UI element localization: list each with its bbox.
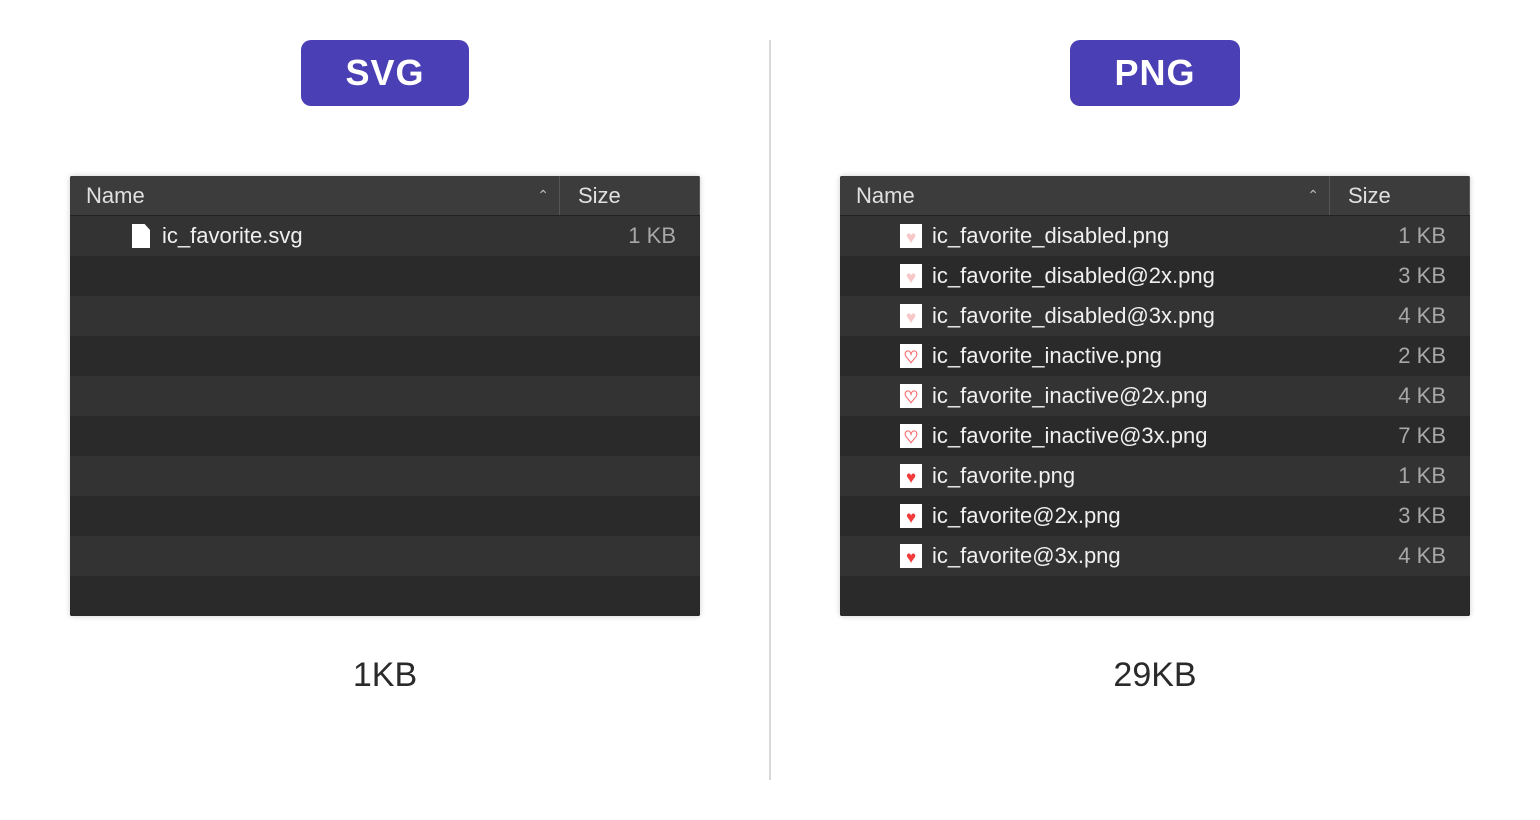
column-header-size-label: Size xyxy=(578,183,621,209)
empty-row xyxy=(70,256,700,296)
png-file-window: Name ⌃ Size ic_favorite_disabled.png 1 KB… xyxy=(840,176,1470,616)
file-size-cell: 3 KB xyxy=(1330,263,1470,289)
png-panel: PNG Name ⌃ Size ic_favorite_disabled.png… xyxy=(770,0,1540,820)
file-size-cell: 3 KB xyxy=(1330,503,1470,529)
svg-file-window: Name ⌃ Size ic_favorite.svg 1 KB xyxy=(70,176,700,616)
file-size: 3 KB xyxy=(1398,503,1446,528)
heart-inactive-icon xyxy=(900,423,922,449)
file-size: 1 KB xyxy=(1398,463,1446,488)
file-size: 2 KB xyxy=(1398,343,1446,368)
document-icon xyxy=(130,223,152,249)
svg-badge: SVG xyxy=(301,40,468,106)
file-name-cell: ic_favorite_inactive@2x.png xyxy=(840,383,1330,409)
column-header-size[interactable]: Size xyxy=(560,176,700,215)
file-size: 1 KB xyxy=(1398,223,1446,248)
sort-chevron-icon: ⌃ xyxy=(1307,187,1319,204)
column-header-name[interactable]: Name ⌃ xyxy=(70,176,560,215)
file-size-cell: 1 KB xyxy=(560,223,700,249)
heart-active-icon xyxy=(900,503,922,529)
file-size-cell: 1 KB xyxy=(1330,223,1470,249)
file-row[interactable]: ic_favorite_inactive.png 2 KB xyxy=(840,336,1470,376)
file-name: ic_favorite@3x.png xyxy=(932,543,1121,569)
empty-row xyxy=(70,496,700,536)
file-name-cell: ic_favorite@2x.png xyxy=(840,503,1330,529)
empty-row xyxy=(70,456,700,496)
png-total-size: 29KB xyxy=(1113,656,1196,695)
empty-row xyxy=(840,576,1470,616)
heart-disabled-icon xyxy=(900,263,922,289)
empty-row xyxy=(70,536,700,576)
file-name: ic_favorite_disabled@3x.png xyxy=(932,303,1215,329)
file-size: 3 KB xyxy=(1398,263,1446,288)
column-header-name-label: Name xyxy=(86,183,145,209)
file-name: ic_favorite.png xyxy=(932,463,1075,489)
file-size: 4 KB xyxy=(1398,543,1446,568)
file-row[interactable]: ic_favorite@2x.png 3 KB xyxy=(840,496,1470,536)
column-header-name[interactable]: Name ⌃ xyxy=(840,176,1330,215)
file-name-cell: ic_favorite.png xyxy=(840,463,1330,489)
file-row[interactable]: ic_favorite_disabled@3x.png 4 KB xyxy=(840,296,1470,336)
heart-inactive-icon xyxy=(900,343,922,369)
heart-active-icon xyxy=(900,463,922,489)
file-size-cell: 4 KB xyxy=(1330,303,1470,329)
file-size: 7 KB xyxy=(1398,423,1446,448)
empty-row xyxy=(70,576,700,616)
png-badge: PNG xyxy=(1070,40,1239,106)
empty-row xyxy=(70,336,700,376)
file-name-cell: ic_favorite_inactive.png xyxy=(840,343,1330,369)
file-row[interactable]: ic_favorite.png 1 KB xyxy=(840,456,1470,496)
file-row[interactable]: ic_favorite@3x.png 4 KB xyxy=(840,536,1470,576)
sort-chevron-icon: ⌃ xyxy=(537,187,549,204)
file-name: ic_favorite_disabled.png xyxy=(932,223,1169,249)
table-header: Name ⌃ Size xyxy=(70,176,700,216)
file-row[interactable]: ic_favorite_disabled@2x.png 3 KB xyxy=(840,256,1470,296)
file-name-cell: ic_favorite@3x.png xyxy=(840,543,1330,569)
column-header-size[interactable]: Size xyxy=(1330,176,1470,215)
file-row[interactable]: ic_favorite_disabled.png 1 KB xyxy=(840,216,1470,256)
empty-row xyxy=(70,296,700,336)
file-size-cell: 4 KB xyxy=(1330,383,1470,409)
heart-disabled-icon xyxy=(900,303,922,329)
heart-disabled-icon xyxy=(900,223,922,249)
file-name: ic_favorite_inactive@2x.png xyxy=(932,383,1207,409)
file-name-cell: ic_favorite_disabled@2x.png xyxy=(840,263,1330,289)
heart-active-icon xyxy=(900,543,922,569)
vertical-divider xyxy=(769,40,771,780)
table-header: Name ⌃ Size xyxy=(840,176,1470,216)
empty-row xyxy=(70,416,700,456)
file-name: ic_favorite.svg xyxy=(162,223,303,249)
file-size: 4 KB xyxy=(1398,303,1446,328)
empty-row xyxy=(70,376,700,416)
file-size-cell: 7 KB xyxy=(1330,423,1470,449)
file-name-cell: ic_favorite_disabled@3x.png xyxy=(840,303,1330,329)
file-size: 1 KB xyxy=(628,223,676,248)
svg-total-size: 1KB xyxy=(353,656,417,695)
file-size-cell: 2 KB xyxy=(1330,343,1470,369)
column-header-size-label: Size xyxy=(1348,183,1391,209)
file-name: ic_favorite_disabled@2x.png xyxy=(932,263,1215,289)
file-name: ic_favorite@2x.png xyxy=(932,503,1121,529)
file-name-cell: ic_favorite.svg xyxy=(70,223,560,249)
file-name-cell: ic_favorite_disabled.png xyxy=(840,223,1330,249)
file-size-cell: 1 KB xyxy=(1330,463,1470,489)
heart-inactive-icon xyxy=(900,383,922,409)
file-name: ic_favorite_inactive@3x.png xyxy=(932,423,1207,449)
file-name: ic_favorite_inactive.png xyxy=(932,343,1162,369)
file-row[interactable]: ic_favorite_inactive@3x.png 7 KB xyxy=(840,416,1470,456)
file-size-cell: 4 KB xyxy=(1330,543,1470,569)
file-row[interactable]: ic_favorite.svg 1 KB xyxy=(70,216,700,256)
file-row[interactable]: ic_favorite_inactive@2x.png 4 KB xyxy=(840,376,1470,416)
column-header-name-label: Name xyxy=(856,183,915,209)
file-size: 4 KB xyxy=(1398,383,1446,408)
file-name-cell: ic_favorite_inactive@3x.png xyxy=(840,423,1330,449)
svg-panel: SVG Name ⌃ Size ic_favorite.svg 1 KB 1KB xyxy=(0,0,770,820)
